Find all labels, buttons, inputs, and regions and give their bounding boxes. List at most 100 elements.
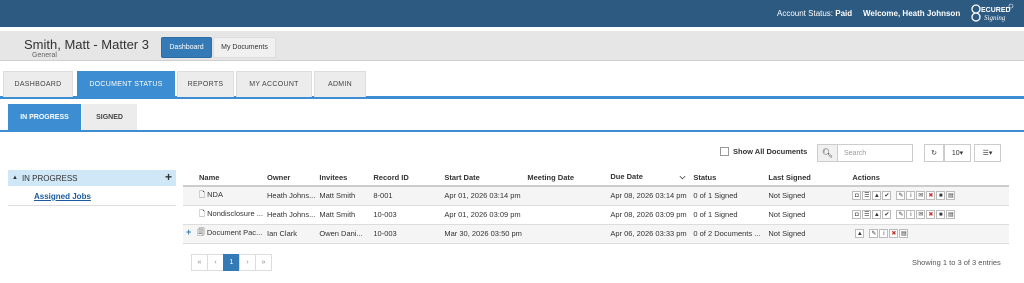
tab-dashboard[interactable]: DASHBOARD <box>3 71 73 97</box>
tab-reports[interactable]: REPORTS <box>177 71 234 97</box>
last-signed-cell: Not Signed <box>764 224 849 244</box>
info-icon[interactable]: i <box>879 229 889 238</box>
pager-prev[interactable]: ‹ <box>207 254 224 271</box>
delete-icon[interactable]: ✖ <box>889 229 899 238</box>
delete-icon[interactable]: ✖ <box>926 191 936 201</box>
owner-cell: Heath Johns... <box>262 186 316 206</box>
doc-name: NDA <box>207 190 223 200</box>
pager-first[interactable]: « <box>191 254 208 271</box>
tab-document-status[interactable]: DOCUMENT STATUS <box>77 71 175 97</box>
col-due-date[interactable]: Due Date ⌵ <box>606 169 690 187</box>
pager-next[interactable]: › <box>239 254 256 271</box>
folder-icon[interactable]: ■ <box>936 191 946 201</box>
tab-admin[interactable]: ADMIN <box>314 71 366 97</box>
pager-page-1[interactable]: 1 <box>223 254 240 271</box>
due-date-label: Due Date <box>610 172 643 181</box>
edit-icon[interactable]: ✎ <box>896 210 906 219</box>
doc-name-cell[interactable]: 🗋︎ NDA <box>183 186 263 206</box>
start-date-cell: Apr 01, 2026 03:09 pm <box>440 205 524 225</box>
table-header-row: Name Owner Invitees Record ID Start Date… <box>183 169 1009 187</box>
document-icon: 🗋︎ <box>199 190 206 200</box>
col-owner[interactable]: Owner <box>262 169 316 187</box>
col-actions: Actions <box>848 169 1009 187</box>
svg-text:ECURED: ECURED <box>981 7 1011 14</box>
info-icon[interactable]: i <box>906 191 916 201</box>
actions-cell: ◘ ☰ ▲ ✔ ✎ i ✉ ✖ ■ ▤ <box>848 186 1009 206</box>
invitees-cell: Matt Smith <box>315 186 370 206</box>
main-tabs: DASHBOARD DOCUMENT STATUS REPORTS MY ACC… <box>0 71 1024 99</box>
record-id-cell: 10-003 <box>369 205 441 225</box>
sort-desc-icon: ⌵ <box>679 172 686 181</box>
binoculars-icon[interactable]: ◘ <box>852 191 862 201</box>
page-size-value: 10 <box>951 149 960 157</box>
welcome-text: Welcome, Heath Johnson <box>863 9 961 18</box>
table-row[interactable]: + 🗐︎ Document Pac... Ian Clark Owen Dani.… <box>183 224 1009 244</box>
col-record-id[interactable]: Record ID <box>369 169 441 187</box>
pager-last[interactable]: » <box>255 254 272 271</box>
doc-name: Nondisclosure ... <box>207 209 263 218</box>
file-icon[interactable]: ▤ <box>946 191 956 201</box>
account-status-label: Account Status: <box>777 9 834 18</box>
stamp-icon[interactable]: ▲ <box>872 191 882 201</box>
col-meeting-date[interactable]: Meeting Date <box>523 169 607 187</box>
expand-plus-icon[interactable]: + <box>186 227 191 237</box>
col-last-signed[interactable]: Last Signed <box>764 169 849 187</box>
due-date-cell: Apr 06, 2026 03:33 pm <box>606 224 690 244</box>
table-row[interactable]: 🗋︎ NDA Heath Johns... Matt Smith 8-001 A… <box>183 186 1009 206</box>
account-status: Account Status: Paid <box>777 9 852 18</box>
col-status[interactable]: Status <box>689 169 765 187</box>
show-all-documents[interactable]: Show All Documents <box>720 147 807 156</box>
email-icon[interactable]: ✉ <box>916 210 926 219</box>
col-start-date[interactable]: Start Date <box>440 169 524 187</box>
doc-name-cell[interactable]: + 🗐︎ Document Pac... <box>183 224 263 244</box>
entries-summary: Showing 1 to 3 of 3 entries <box>912 258 1001 267</box>
page-size-select[interactable]: 10 ▾ <box>944 144 971 162</box>
show-all-label: Show All Documents <box>733 147 808 156</box>
search-box[interactable]: 🔍︎ Search <box>817 144 913 162</box>
tree-header-label: IN PROGRESS <box>21 173 78 183</box>
edit-icon[interactable]: ✎ <box>869 229 879 238</box>
list-icon[interactable]: ☰ <box>862 210 872 219</box>
check-icon[interactable]: ✔ <box>882 210 892 219</box>
doc-name: Document Pac... <box>206 228 263 237</box>
edit-icon[interactable]: ✎ <box>896 191 906 201</box>
secured-signing-logo[interactable]: ECURED Signing <box>970 3 1014 24</box>
folder-icon[interactable]: ■ <box>936 210 946 219</box>
table-row[interactable]: 🗋︎ Nondisclosure ... Heath Johns... Matt… <box>183 205 1009 225</box>
add-folder-icon[interactable]: + <box>165 170 172 184</box>
status-cell: 0 of 2 Documents ... <box>689 224 765 244</box>
dashboard-button[interactable]: Dashboard <box>161 37 212 58</box>
doc-name-cell[interactable]: 🗋︎ Nondisclosure ... <box>183 205 263 225</box>
invitees-cell: Owen Dani... <box>315 224 370 244</box>
search-input[interactable]: Search <box>838 150 866 157</box>
record-id-cell: 10-003 <box>369 224 441 244</box>
tab-signed[interactable]: SIGNED <box>82 104 137 130</box>
matter-subtitle: General <box>32 52 57 59</box>
col-invitees[interactable]: Invitees <box>315 169 370 187</box>
tab-my-account[interactable]: MY ACCOUNT <box>236 71 312 97</box>
status-cell: 0 of 1 Signed <box>689 205 765 225</box>
columns-toggle-button[interactable]: ☰▾ <box>974 144 1001 162</box>
collapse-triangle-icon: ▲ <box>12 175 18 181</box>
pagination: « ‹ 1 › » <box>191 254 272 271</box>
stamp-icon[interactable]: ▲ <box>855 229 865 238</box>
last-signed-cell: Not Signed <box>764 205 849 225</box>
folder-tree: ▲ IN PROGRESS + Assigned Jobs <box>8 170 176 206</box>
assigned-jobs-link[interactable]: Assigned Jobs <box>34 192 176 201</box>
list-icon[interactable]: ☰ <box>862 191 872 201</box>
check-icon[interactable]: ✔ <box>882 191 892 201</box>
binoculars-icon[interactable]: ◘ <box>852 210 862 219</box>
my-documents-button[interactable]: My Documents <box>213 37 276 58</box>
info-icon[interactable]: i <box>906 210 916 219</box>
show-all-checkbox[interactable] <box>720 147 729 156</box>
tree-in-progress-node[interactable]: ▲ IN PROGRESS + <box>8 170 176 186</box>
delete-icon[interactable]: ✖ <box>926 210 936 219</box>
stamp-icon[interactable]: ▲ <box>872 210 882 219</box>
refresh-button[interactable]: ↻ <box>924 144 944 162</box>
col-name[interactable]: Name <box>183 169 263 187</box>
email-icon[interactable]: ✉ <box>916 191 926 201</box>
file-icon[interactable]: ▤ <box>946 210 956 219</box>
actions-cell: ◘ ☰ ▲ ✔ ✎ i ✉ ✖ ■ ▤ <box>848 205 1009 225</box>
file-icon[interactable]: ▤ <box>899 229 909 238</box>
tab-in-progress[interactable]: IN PROGRESS <box>8 104 81 130</box>
